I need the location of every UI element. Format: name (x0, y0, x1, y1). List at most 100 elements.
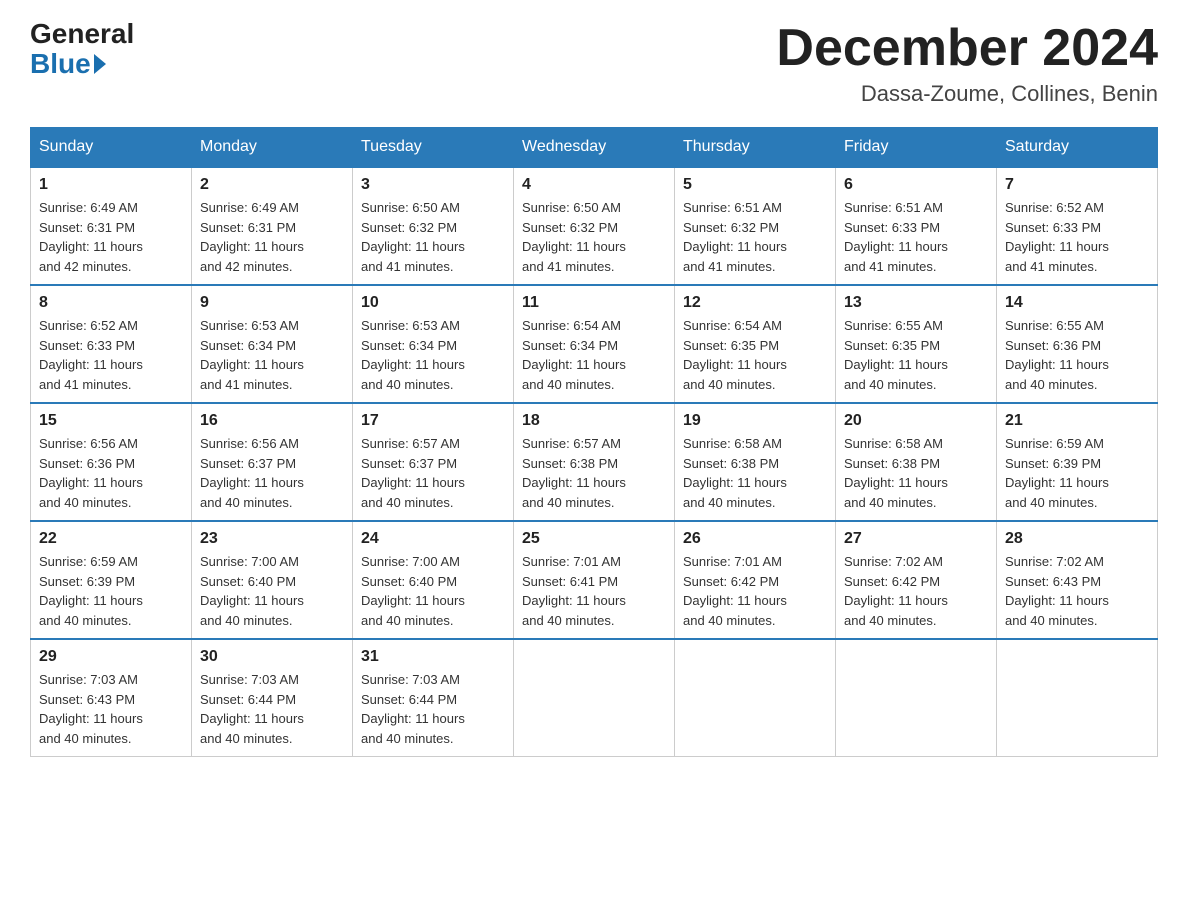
logo-general-text: General (30, 20, 134, 48)
table-row: 21 Sunrise: 6:59 AM Sunset: 6:39 PM Dayl… (997, 403, 1158, 521)
day-number: 31 (361, 648, 505, 666)
day-number: 25 (522, 530, 666, 548)
calendar-week-2: 8 Sunrise: 6:52 AM Sunset: 6:33 PM Dayli… (31, 285, 1158, 403)
day-number: 1 (39, 176, 183, 194)
table-row: 31 Sunrise: 7:03 AM Sunset: 6:44 PM Dayl… (353, 639, 514, 757)
col-friday: Friday (836, 128, 997, 168)
day-number: 15 (39, 412, 183, 430)
col-sunday: Sunday (31, 128, 192, 168)
table-row (997, 639, 1158, 757)
day-number: 16 (200, 412, 344, 430)
table-row: 2 Sunrise: 6:49 AM Sunset: 6:31 PM Dayli… (192, 167, 353, 285)
table-row: 8 Sunrise: 6:52 AM Sunset: 6:33 PM Dayli… (31, 285, 192, 403)
day-number: 29 (39, 648, 183, 666)
calendar-table: Sunday Monday Tuesday Wednesday Thursday… (30, 127, 1158, 757)
day-info: Sunrise: 7:02 AM Sunset: 6:43 PM Dayligh… (1005, 552, 1149, 630)
day-number: 11 (522, 294, 666, 312)
day-info: Sunrise: 6:49 AM Sunset: 6:31 PM Dayligh… (39, 198, 183, 276)
table-row: 11 Sunrise: 6:54 AM Sunset: 6:34 PM Dayl… (514, 285, 675, 403)
day-info: Sunrise: 6:52 AM Sunset: 6:33 PM Dayligh… (39, 316, 183, 394)
title-block: December 2024 Dassa-Zoume, Collines, Ben… (776, 20, 1158, 107)
day-number: 8 (39, 294, 183, 312)
col-monday: Monday (192, 128, 353, 168)
day-info: Sunrise: 6:58 AM Sunset: 6:38 PM Dayligh… (683, 434, 827, 512)
header-row: Sunday Monday Tuesday Wednesday Thursday… (31, 128, 1158, 168)
day-number: 13 (844, 294, 988, 312)
day-number: 22 (39, 530, 183, 548)
page-header: General Blue December 2024 Dassa-Zoume, … (30, 20, 1158, 107)
table-row: 1 Sunrise: 6:49 AM Sunset: 6:31 PM Dayli… (31, 167, 192, 285)
day-info: Sunrise: 6:51 AM Sunset: 6:33 PM Dayligh… (844, 198, 988, 276)
day-number: 23 (200, 530, 344, 548)
day-number: 20 (844, 412, 988, 430)
day-number: 28 (1005, 530, 1149, 548)
day-number: 4 (522, 176, 666, 194)
day-info: Sunrise: 7:01 AM Sunset: 6:42 PM Dayligh… (683, 552, 827, 630)
table-row: 7 Sunrise: 6:52 AM Sunset: 6:33 PM Dayli… (997, 167, 1158, 285)
day-info: Sunrise: 6:52 AM Sunset: 6:33 PM Dayligh… (1005, 198, 1149, 276)
table-row: 19 Sunrise: 6:58 AM Sunset: 6:38 PM Dayl… (675, 403, 836, 521)
day-info: Sunrise: 6:50 AM Sunset: 6:32 PM Dayligh… (522, 198, 666, 276)
day-number: 30 (200, 648, 344, 666)
month-title: December 2024 (776, 20, 1158, 77)
day-number: 7 (1005, 176, 1149, 194)
day-info: Sunrise: 6:51 AM Sunset: 6:32 PM Dayligh… (683, 198, 827, 276)
day-number: 21 (1005, 412, 1149, 430)
day-number: 17 (361, 412, 505, 430)
day-info: Sunrise: 6:57 AM Sunset: 6:38 PM Dayligh… (522, 434, 666, 512)
day-info: Sunrise: 7:01 AM Sunset: 6:41 PM Dayligh… (522, 552, 666, 630)
day-number: 19 (683, 412, 827, 430)
table-row: 14 Sunrise: 6:55 AM Sunset: 6:36 PM Dayl… (997, 285, 1158, 403)
day-info: Sunrise: 6:53 AM Sunset: 6:34 PM Dayligh… (200, 316, 344, 394)
day-info: Sunrise: 6:50 AM Sunset: 6:32 PM Dayligh… (361, 198, 505, 276)
table-row (836, 639, 997, 757)
day-info: Sunrise: 6:49 AM Sunset: 6:31 PM Dayligh… (200, 198, 344, 276)
day-info: Sunrise: 7:00 AM Sunset: 6:40 PM Dayligh… (361, 552, 505, 630)
table-row: 10 Sunrise: 6:53 AM Sunset: 6:34 PM Dayl… (353, 285, 514, 403)
calendar-week-4: 22 Sunrise: 6:59 AM Sunset: 6:39 PM Dayl… (31, 521, 1158, 639)
day-number: 9 (200, 294, 344, 312)
day-info: Sunrise: 6:59 AM Sunset: 6:39 PM Dayligh… (39, 552, 183, 630)
day-info: Sunrise: 7:03 AM Sunset: 6:44 PM Dayligh… (200, 670, 344, 748)
day-number: 14 (1005, 294, 1149, 312)
col-wednesday: Wednesday (514, 128, 675, 168)
day-info: Sunrise: 6:58 AM Sunset: 6:38 PM Dayligh… (844, 434, 988, 512)
day-number: 27 (844, 530, 988, 548)
table-row: 29 Sunrise: 7:03 AM Sunset: 6:43 PM Dayl… (31, 639, 192, 757)
day-info: Sunrise: 6:59 AM Sunset: 6:39 PM Dayligh… (1005, 434, 1149, 512)
table-row: 9 Sunrise: 6:53 AM Sunset: 6:34 PM Dayli… (192, 285, 353, 403)
day-info: Sunrise: 7:02 AM Sunset: 6:42 PM Dayligh… (844, 552, 988, 630)
table-row: 15 Sunrise: 6:56 AM Sunset: 6:36 PM Dayl… (31, 403, 192, 521)
day-info: Sunrise: 7:03 AM Sunset: 6:43 PM Dayligh… (39, 670, 183, 748)
table-row: 25 Sunrise: 7:01 AM Sunset: 6:41 PM Dayl… (514, 521, 675, 639)
day-info: Sunrise: 6:54 AM Sunset: 6:35 PM Dayligh… (683, 316, 827, 394)
table-row: 3 Sunrise: 6:50 AM Sunset: 6:32 PM Dayli… (353, 167, 514, 285)
table-row: 4 Sunrise: 6:50 AM Sunset: 6:32 PM Dayli… (514, 167, 675, 285)
table-row: 24 Sunrise: 7:00 AM Sunset: 6:40 PM Dayl… (353, 521, 514, 639)
table-row: 5 Sunrise: 6:51 AM Sunset: 6:32 PM Dayli… (675, 167, 836, 285)
location-title: Dassa-Zoume, Collines, Benin (776, 81, 1158, 107)
table-row: 28 Sunrise: 7:02 AM Sunset: 6:43 PM Dayl… (997, 521, 1158, 639)
day-number: 18 (522, 412, 666, 430)
table-row (514, 639, 675, 757)
table-row: 13 Sunrise: 6:55 AM Sunset: 6:35 PM Dayl… (836, 285, 997, 403)
day-number: 26 (683, 530, 827, 548)
table-row (675, 639, 836, 757)
table-row: 6 Sunrise: 6:51 AM Sunset: 6:33 PM Dayli… (836, 167, 997, 285)
day-info: Sunrise: 6:55 AM Sunset: 6:35 PM Dayligh… (844, 316, 988, 394)
col-thursday: Thursday (675, 128, 836, 168)
col-tuesday: Tuesday (353, 128, 514, 168)
day-info: Sunrise: 6:55 AM Sunset: 6:36 PM Dayligh… (1005, 316, 1149, 394)
day-number: 3 (361, 176, 505, 194)
table-row: 30 Sunrise: 7:03 AM Sunset: 6:44 PM Dayl… (192, 639, 353, 757)
calendar-week-3: 15 Sunrise: 6:56 AM Sunset: 6:36 PM Dayl… (31, 403, 1158, 521)
day-info: Sunrise: 6:54 AM Sunset: 6:34 PM Dayligh… (522, 316, 666, 394)
day-info: Sunrise: 6:56 AM Sunset: 6:37 PM Dayligh… (200, 434, 344, 512)
day-info: Sunrise: 6:57 AM Sunset: 6:37 PM Dayligh… (361, 434, 505, 512)
calendar-week-5: 29 Sunrise: 7:03 AM Sunset: 6:43 PM Dayl… (31, 639, 1158, 757)
calendar-week-1: 1 Sunrise: 6:49 AM Sunset: 6:31 PM Dayli… (31, 167, 1158, 285)
table-row: 20 Sunrise: 6:58 AM Sunset: 6:38 PM Dayl… (836, 403, 997, 521)
day-number: 24 (361, 530, 505, 548)
day-info: Sunrise: 6:56 AM Sunset: 6:36 PM Dayligh… (39, 434, 183, 512)
col-saturday: Saturday (997, 128, 1158, 168)
